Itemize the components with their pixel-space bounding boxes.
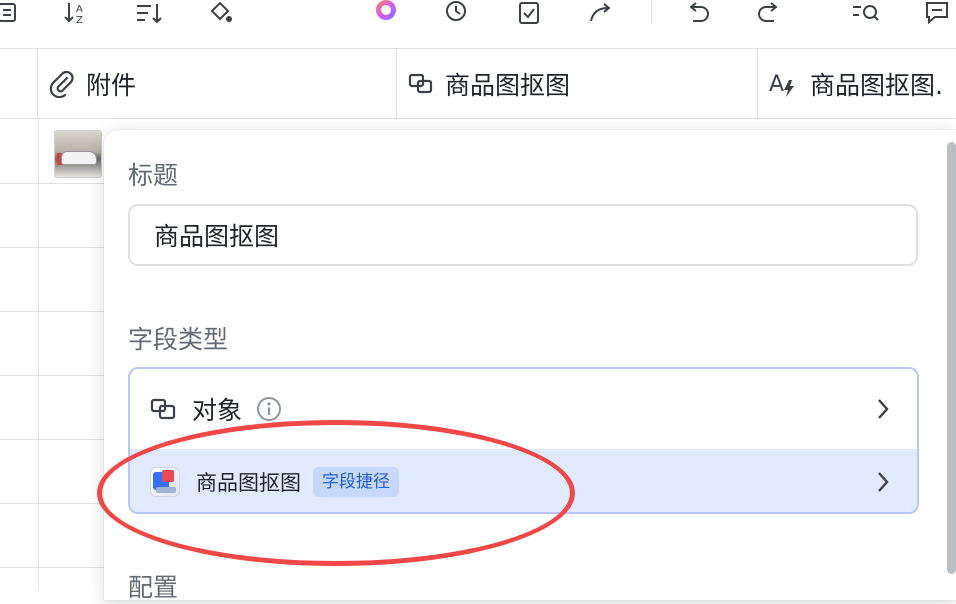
title-input[interactable]: 商品图抠图 [128, 204, 918, 266]
row-divider [0, 311, 104, 312]
redo-icon[interactable] [754, 0, 784, 26]
toolbar-divider [651, 0, 652, 24]
info-icon[interactable] [256, 396, 282, 422]
title-input-value: 商品图抠图 [154, 222, 280, 251]
column-header-object[interactable]: 商品图抠图 [397, 49, 758, 119]
history-icon[interactable] [441, 0, 471, 26]
field-type-selector: 对象 商品图抠图 字段捷径 [128, 367, 919, 514]
field-config-panel: 标题 商品图抠图 字段类型 对象 商品图抠图 字段捷径 配置 [104, 130, 956, 602]
row-divider [0, 247, 104, 248]
column-label: 商品图抠图. [810, 70, 943, 100]
toolbar: AZ [0, 0, 956, 49]
paperclip-icon [48, 70, 76, 98]
comment-icon[interactable] [922, 0, 952, 26]
column-divider [38, 119, 39, 590]
field-type-label: 字段类型 [128, 325, 229, 354]
column-label: 商品图抠图 [445, 70, 571, 100]
field-type-option-label: 对象 [192, 396, 243, 425]
chevron-right-icon [875, 470, 891, 494]
column-header-attachment[interactable]: 附件 [38, 49, 397, 119]
svg-text:A: A [76, 4, 83, 15]
ai-text-icon: A [768, 70, 800, 98]
row-divider [0, 183, 104, 184]
row-number-header [0, 49, 38, 119]
row-divider [0, 567, 104, 568]
title-label: 标题 [128, 161, 179, 190]
paint-bucket-icon[interactable] [206, 0, 236, 26]
sort-az-icon[interactable]: AZ [62, 0, 92, 26]
ai-assistant-icon[interactable] [371, 0, 401, 26]
field-type-option-object[interactable]: 对象 [130, 369, 917, 449]
column-header-ai-text[interactable]: A 商品图抠图. [758, 49, 956, 119]
search-list-icon[interactable] [851, 0, 881, 26]
sort-lines-icon[interactable] [134, 0, 164, 26]
shortcut-app-icon [150, 466, 180, 497]
list-icon[interactable] [0, 0, 22, 26]
row-divider [0, 439, 104, 440]
object-icon [407, 71, 435, 97]
config-label: 配置 [128, 573, 179, 602]
field-shortcut-option[interactable]: 商品图抠图 字段捷径 [130, 449, 917, 512]
share-icon[interactable] [586, 0, 616, 26]
shortcut-name: 商品图抠图 [196, 470, 301, 495]
object-icon [150, 396, 180, 422]
undo-icon[interactable] [683, 0, 713, 26]
chevron-right-icon [875, 397, 891, 421]
svg-text:Z: Z [76, 15, 83, 25]
panel-scrollbar[interactable] [947, 142, 956, 574]
attachment-thumbnail[interactable] [54, 130, 102, 178]
column-label: 附件 [86, 70, 137, 100]
svg-text:A: A [769, 72, 784, 97]
row-divider [0, 503, 104, 504]
checklist-icon[interactable] [514, 0, 544, 26]
row-divider [0, 375, 104, 376]
shortcut-badge: 字段捷径 [313, 466, 399, 497]
